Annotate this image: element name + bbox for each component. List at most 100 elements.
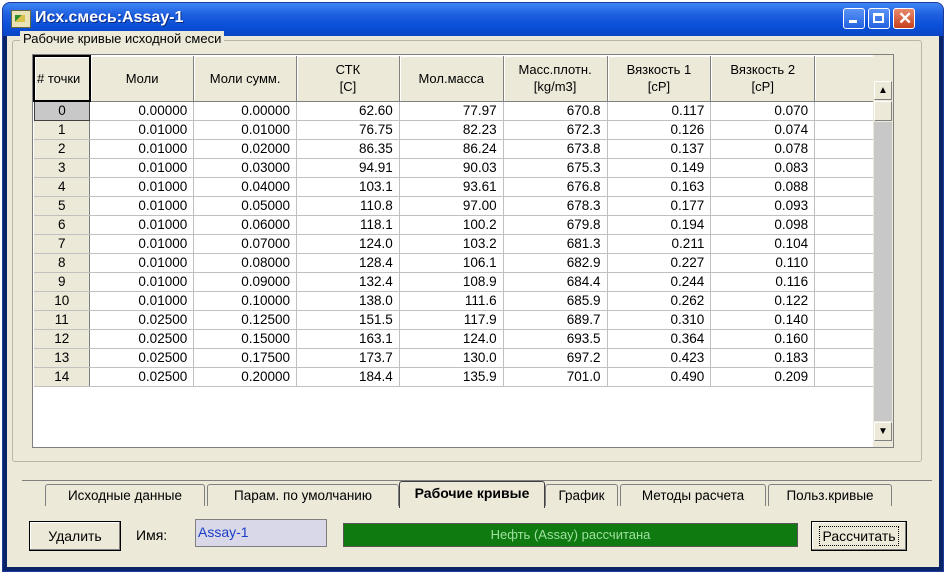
table-cell[interactable]: 0.104 xyxy=(710,234,816,254)
table-cell[interactable]: 0.211 xyxy=(607,234,712,254)
table-cell[interactable]: 106.1 xyxy=(399,253,504,273)
table-cell[interactable]: 0.00000 xyxy=(193,101,298,121)
row-index-cell[interactable]: 0 xyxy=(33,100,91,121)
table-cell[interactable]: 0.01000 xyxy=(89,291,195,311)
column-header[interactable]: Моли сумм. xyxy=(193,56,298,102)
tab-defaults[interactable]: Парам. по умолчанию xyxy=(207,484,399,506)
table-cell[interactable]: 0.02500 xyxy=(89,329,195,349)
table-cell[interactable]: 0.04000 xyxy=(193,177,298,197)
table-row[interactable]: 2 0.01000 0.02000 86.35 86.24 673.8 0.137 0.078 xyxy=(34,139,874,159)
table-cell[interactable]: 0.160 xyxy=(710,329,816,349)
row-index-cell[interactable]: 2 xyxy=(34,139,91,159)
table-cell[interactable]: 77.97 xyxy=(399,101,504,121)
table-cell[interactable]: 0.08000 xyxy=(193,253,298,273)
row-index-cell[interactable]: 14 xyxy=(34,367,91,387)
table-cell[interactable]: 0.02500 xyxy=(89,310,195,330)
table-cell[interactable]: 0.01000 xyxy=(193,120,298,140)
table-cell[interactable]: 0.177 xyxy=(607,196,712,216)
table-cell[interactable]: 689.7 xyxy=(503,310,608,330)
table-cell[interactable]: 0.088 xyxy=(710,177,816,197)
column-header[interactable]: Моли xyxy=(89,56,195,102)
table-cell[interactable]: 0.05000 xyxy=(193,196,298,216)
row-index-cell[interactable]: 10 xyxy=(34,291,91,311)
table-cell[interactable]: 94.91 xyxy=(296,158,400,178)
row-index-cell[interactable]: 3 xyxy=(34,158,91,178)
row-index-cell[interactable]: 11 xyxy=(34,310,91,330)
table-cell[interactable]: 103.2 xyxy=(399,234,504,254)
table-cell[interactable]: 0.140 xyxy=(710,310,816,330)
maximize-button[interactable] xyxy=(868,8,890,29)
column-header[interactable]: Вязкость 1 [cP] xyxy=(607,56,712,102)
row-index-cell[interactable]: 6 xyxy=(34,215,91,235)
table-cell[interactable]: 675.3 xyxy=(503,158,608,178)
row-index-cell[interactable]: 1 xyxy=(34,120,91,140)
table-cell[interactable]: 0.074 xyxy=(710,120,816,140)
table-cell[interactable]: 100.2 xyxy=(399,215,504,235)
table-cell[interactable]: 110.8 xyxy=(296,196,400,216)
column-header[interactable]: Масс.плотн. [kg/m3] xyxy=(503,56,608,102)
table-cell[interactable]: 0.149 xyxy=(607,158,712,178)
table-cell[interactable]: 62.60 xyxy=(296,101,400,121)
table-row[interactable]: 10 0.01000 0.10000 138.0 111.6 685.9 0.262 0.12… xyxy=(34,291,874,311)
table-cell[interactable]: 0.06000 xyxy=(193,215,298,235)
table-row[interactable]: 7 0.01000 0.07000 124.0 103.2 681.3 0.211 0.104 xyxy=(34,234,874,254)
table-cell[interactable]: 0.070 xyxy=(710,101,816,121)
table-cell[interactable]: 0.02000 xyxy=(193,139,298,159)
table-cell[interactable]: 0.20000 xyxy=(193,367,298,387)
table-row[interactable]: 1 0.01000 0.01000 76.75 82.23 672.3 0.126 0.074 xyxy=(34,120,874,140)
tab-working-curves[interactable]: Рабочие кривые xyxy=(399,481,545,508)
name-field[interactable]: Assay-1 xyxy=(195,519,327,547)
table-row[interactable]: 0 0.00000 0.00000 62.60 77.97 670.8 0.117 0.070 xyxy=(33,100,874,121)
table-cell[interactable]: 0.244 xyxy=(607,272,712,292)
tab-chart[interactable]: График xyxy=(545,484,618,506)
delete-button[interactable]: Удалить xyxy=(29,521,121,551)
table-cell[interactable]: 0.163 xyxy=(607,177,712,197)
table-cell[interactable]: 0.02500 xyxy=(89,348,195,368)
table-cell[interactable]: 0.12500 xyxy=(193,310,298,330)
table-row[interactable]: 12 0.02500 0.15000 163.1 124.0 693.5 0.364 0.16… xyxy=(34,329,874,349)
table-cell[interactable]: 0.09000 xyxy=(193,272,298,292)
table-cell[interactable]: 0.183 xyxy=(710,348,816,368)
table-row[interactable]: 14 0.02500 0.20000 184.4 135.9 701.0 0.490 0.20… xyxy=(34,367,874,387)
column-header[interactable]: СТК [C] xyxy=(296,56,400,102)
table-cell[interactable]: 0.137 xyxy=(607,139,712,159)
table-cell[interactable]: 0.310 xyxy=(607,310,712,330)
scroll-thumb[interactable] xyxy=(874,101,892,121)
table-cell[interactable]: 173.7 xyxy=(296,348,400,368)
table-row[interactable]: 4 0.01000 0.04000 103.1 93.61 676.8 0.163 0.088 xyxy=(34,177,874,197)
table-cell[interactable]: 97.00 xyxy=(399,196,504,216)
table-cell[interactable]: 0.262 xyxy=(607,291,712,311)
table-cell[interactable]: 76.75 xyxy=(296,120,400,140)
row-index-cell[interactable]: 7 xyxy=(34,234,91,254)
calculate-button[interactable]: Рассчитать xyxy=(811,521,907,551)
table-cell[interactable]: 0.078 xyxy=(710,139,816,159)
close-button[interactable]: ✕ xyxy=(893,8,915,29)
scroll-down-icon[interactable]: ▼ xyxy=(874,422,892,441)
row-index-cell[interactable]: 5 xyxy=(34,196,91,216)
table-cell[interactable]: 124.0 xyxy=(296,234,400,254)
table-cell[interactable]: 111.6 xyxy=(399,291,504,311)
table-cell[interactable]: 684.4 xyxy=(503,272,608,292)
table-cell[interactable]: 0.093 xyxy=(710,196,816,216)
table-cell[interactable]: 0.098 xyxy=(710,215,816,235)
table-row[interactable]: 5 0.01000 0.05000 110.8 97.00 678.3 0.177 0.093 xyxy=(34,196,874,216)
table-cell[interactable]: 108.9 xyxy=(399,272,504,292)
column-header[interactable]: Мол.масса xyxy=(399,56,504,102)
table-cell[interactable]: 0.01000 xyxy=(89,120,195,140)
table-cell[interactable]: 0.126 xyxy=(607,120,712,140)
table-cell[interactable]: 670.8 xyxy=(503,101,608,121)
table-cell[interactable]: 124.0 xyxy=(399,329,504,349)
table-cell[interactable]: 0.083 xyxy=(710,158,816,178)
table-row[interactable]: 9 0.01000 0.09000 132.4 108.9 684.4 0.244 0.116 xyxy=(34,272,874,292)
row-index-cell[interactable]: 12 xyxy=(34,329,91,349)
table-cell[interactable]: 672.3 xyxy=(503,120,608,140)
table-cell[interactable]: 0.03000 xyxy=(193,158,298,178)
table-cell[interactable]: 0.01000 xyxy=(89,253,195,273)
table-cell[interactable]: 117.9 xyxy=(399,310,504,330)
table-cell[interactable]: 697.2 xyxy=(503,348,608,368)
table-cell[interactable]: 676.8 xyxy=(503,177,608,197)
table-row[interactable]: 6 0.01000 0.06000 118.1 100.2 679.8 0.194 0.098 xyxy=(34,215,874,235)
table-cell[interactable]: 130.0 xyxy=(399,348,504,368)
table-row[interactable]: 13 0.02500 0.17500 173.7 130.0 697.2 0.423 0.18… xyxy=(34,348,874,368)
table-cell[interactable]: 0.117 xyxy=(607,101,712,121)
